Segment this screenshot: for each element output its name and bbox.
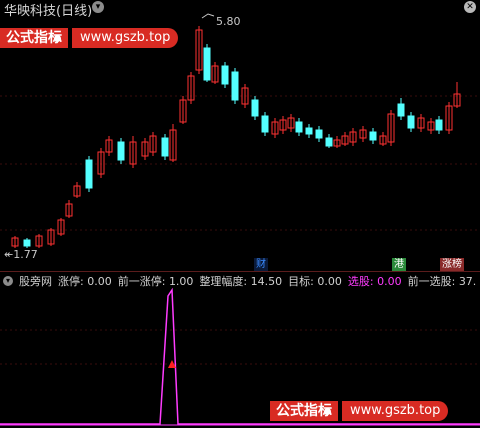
candle-body xyxy=(23,239,31,247)
chevron-down-icon[interactable]: ▾ xyxy=(92,1,104,13)
candle-body xyxy=(203,47,211,81)
field-limit-up: 涨停: 0.00 xyxy=(58,275,112,288)
watermark-url: www.gszb.top xyxy=(342,401,449,421)
candle-body xyxy=(325,137,333,147)
indicator-name: 股旁网 xyxy=(19,275,52,288)
candle-body xyxy=(295,121,303,133)
arrow-left-icon: ↞ xyxy=(4,248,14,261)
badge-finance[interactable]: 财 xyxy=(254,258,268,271)
candle-body xyxy=(85,159,93,189)
chart-canvas xyxy=(0,13,480,426)
watermark-top: 公式指标 www.gszb.top xyxy=(0,28,179,48)
candle-body xyxy=(161,137,169,157)
candle-body xyxy=(315,129,323,139)
field-prev-limit-up: 前一涨停: 1.00 xyxy=(117,275,194,288)
badge-limit-up[interactable]: 涨榜 xyxy=(440,258,464,271)
candle-body xyxy=(435,119,443,131)
window-title: 华映科技(日线) xyxy=(4,4,93,19)
watermark-url: www.gszb.top xyxy=(72,28,179,48)
high-marker xyxy=(201,13,215,19)
candle-body xyxy=(261,115,269,133)
candle-body xyxy=(369,131,377,141)
field-select: 选股: 0.00 xyxy=(347,275,402,288)
candle-body xyxy=(305,127,313,135)
indicator-header: ▾ 股旁网 涨停: 0.00 前一涨停: 1.00 整理幅度: 14.50 目标… xyxy=(0,273,480,289)
candle-body xyxy=(117,141,125,161)
badge-hk[interactable]: 港 xyxy=(392,258,406,271)
field-consolidation: 整理幅度: 14.50 xyxy=(199,275,283,288)
low-price-label: ↞1.77 xyxy=(4,248,38,261)
pane-divider xyxy=(0,271,480,272)
candle-body xyxy=(397,103,405,117)
close-icon[interactable]: ✕ xyxy=(464,1,476,13)
candle-body xyxy=(407,115,415,129)
candle-body xyxy=(231,71,239,101)
dot-icon xyxy=(324,407,331,415)
field-target: 目标: 0.00 xyxy=(288,275,342,288)
field-prev-select: 前一选股: 37. xyxy=(407,275,477,288)
high-price-label: 5.80 xyxy=(216,15,241,28)
watermark-bottom: 公式指标 www.gszb.top xyxy=(270,401,449,421)
candle-body xyxy=(251,99,259,117)
candle-body xyxy=(221,65,229,85)
dot-icon xyxy=(54,34,61,42)
chevron-down-icon[interactable]: ▾ xyxy=(3,276,13,286)
